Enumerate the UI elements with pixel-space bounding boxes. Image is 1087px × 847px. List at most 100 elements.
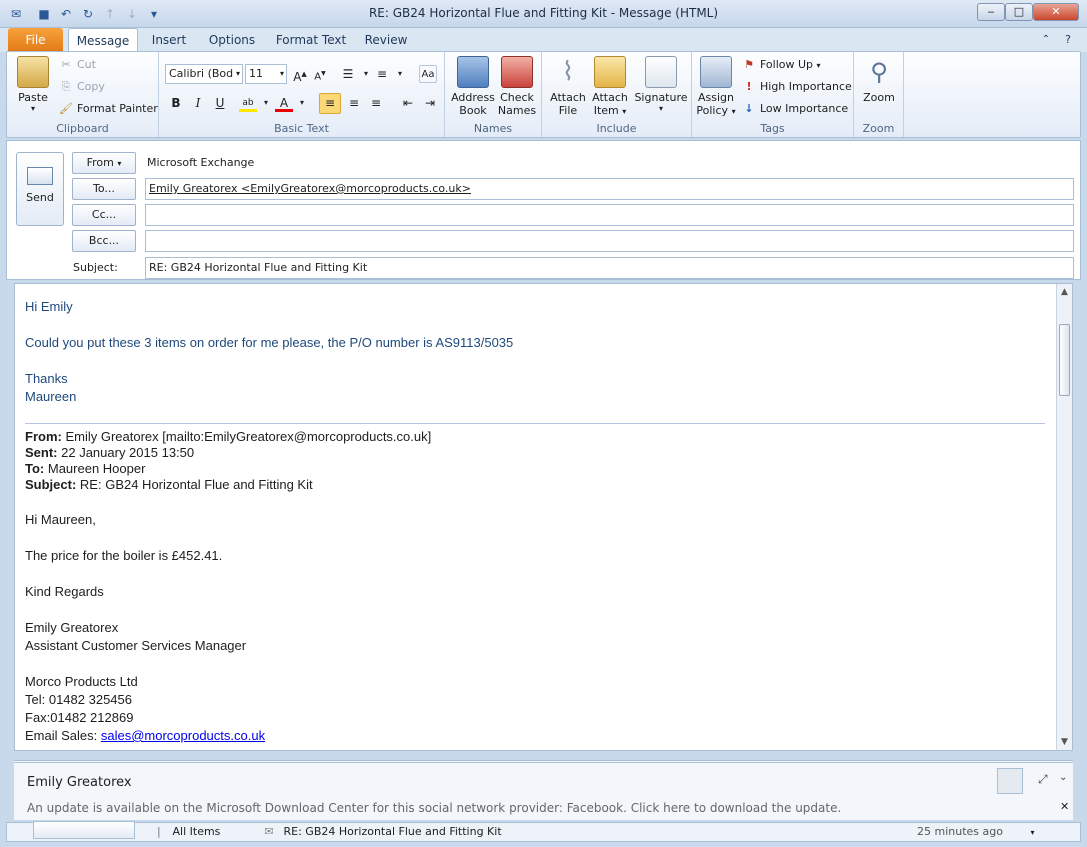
tab-format-text[interactable]: Format Text	[272, 28, 350, 52]
check-names-button[interactable]: Check Names	[495, 56, 539, 117]
quote-from-line: From: Emily Greatorex [mailto:EmilyGreat…	[25, 429, 431, 444]
numbering-icon[interactable]: ≡	[373, 65, 391, 83]
help-icon[interactable]: ?	[1060, 28, 1076, 52]
high-importance-button[interactable]: ! High Importance	[742, 80, 851, 94]
align-right-icon[interactable]: ≡	[367, 94, 385, 112]
signature-title: Assistant Customer Services Manager	[25, 638, 247, 653]
fax-line: Fax:01482 212869	[25, 710, 134, 725]
attach-file-label-2: File	[558, 104, 578, 117]
highlight-icon[interactable]: ab	[239, 94, 257, 112]
pane-splitter[interactable]	[14, 760, 1073, 763]
message-body-text[interactable]: Hi Emily Could you put these 3 items on …	[25, 284, 1045, 750]
decrease-indent-icon[interactable]: ⇤	[399, 94, 417, 112]
signature-button[interactable]: Signature ▾	[634, 56, 688, 113]
format-painter-button[interactable]: 🖌 Format Painter	[59, 102, 158, 116]
company-name: Morco Products Ltd	[25, 674, 138, 689]
align-center-icon[interactable]: ≡	[345, 94, 363, 112]
chevron-down-icon[interactable]: ⌄	[1059, 772, 1067, 783]
copy-icon: ⎘	[61, 80, 71, 93]
bcc-field[interactable]	[145, 230, 1074, 252]
underline-icon[interactable]: U	[211, 94, 229, 112]
send-button[interactable]: Send	[16, 152, 64, 226]
follow-up-button[interactable]: ⚑ Follow Up ▾	[742, 58, 821, 72]
basic-text-group-label: Basic Text	[274, 122, 329, 135]
avatar[interactable]	[997, 768, 1023, 794]
compose-header: Send From ▾ Microsoft Exchange To... Emi…	[6, 140, 1081, 280]
send-label: Send	[26, 191, 54, 204]
scroll-up-icon[interactable]: ▲	[1057, 284, 1072, 300]
styles-icon[interactable]: Aa	[419, 65, 437, 83]
expand-pane-icon[interactable]: ⤢	[1038, 772, 1048, 787]
cc-button[interactable]: Cc...	[72, 204, 136, 226]
email-sales-link[interactable]: sales@morcoproducts.co.uk	[101, 728, 265, 743]
chevron-down-icon: ▾	[235, 69, 240, 78]
font-name-combo[interactable]: Calibri (Bod ▾	[165, 64, 243, 84]
column-marker-icon: |	[157, 825, 161, 838]
people-pane: Emily Greatorex ⤢ ⌄ An update is availab…	[14, 760, 1073, 820]
quote-sent-value: 22 January 2015 13:50	[61, 445, 195, 460]
grow-font-icon[interactable]: A▲	[291, 65, 309, 84]
tab-review[interactable]: Review	[360, 28, 412, 52]
follow-up-label: Follow Up	[760, 58, 814, 71]
scroll-thumb[interactable]	[1059, 324, 1070, 396]
people-pane-name: Emily Greatorex	[27, 775, 132, 790]
chevron-down-icon: ▾	[117, 159, 122, 168]
cut-button[interactable]: ✂ Cut	[59, 58, 96, 72]
minimize-button[interactable]: ‒	[977, 3, 1005, 21]
zoom-button[interactable]: ⚲ Zoom	[860, 56, 898, 104]
subject-label: Subject:	[73, 261, 118, 274]
activity-row[interactable]: | All Items ✉ RE: GB24 Horizontal Flue a…	[157, 825, 1077, 843]
clipboard-group: Paste ▾ ✂ Cut ⎘ Copy 🖌 Format Painter Clipb…	[7, 52, 159, 137]
names-group-label: Names	[473, 122, 513, 135]
attach-item-button[interactable]: Attach Item ▾	[590, 56, 630, 117]
shrink-font-icon[interactable]: A▼	[311, 65, 329, 83]
align-left-icon[interactable]: ≡	[319, 93, 341, 114]
scroll-down-icon[interactable]: ▼	[1057, 734, 1072, 750]
from-label: From	[86, 156, 114, 169]
tab-message[interactable]: Message	[68, 28, 138, 52]
email-sales-line: Email Sales: sales@morcoproducts.co.uk	[25, 728, 265, 743]
tab-file[interactable]: File	[8, 28, 63, 52]
font-size-combo[interactable]: 11 ▾	[245, 64, 287, 84]
include-group: ⌇ Attach File Attach Item ▾ Signature ▾ …	[542, 52, 692, 137]
thanks-line: Thanks	[25, 371, 68, 386]
price-line: The price for the boiler is £452.41.	[25, 548, 223, 563]
to-field[interactable]: Emily Greatorex <EmilyGreatorex@morcopro…	[145, 178, 1074, 200]
activity-tab[interactable]	[33, 821, 135, 839]
close-notice-icon[interactable]: ✕	[1060, 800, 1069, 813]
maximize-button[interactable]: □	[1005, 3, 1033, 21]
tab-options[interactable]: Options	[203, 28, 261, 52]
update-notice[interactable]: An update is available on the Microsoft …	[27, 801, 841, 815]
address-book-icon	[457, 56, 489, 88]
address-book-button[interactable]: Address Book	[451, 56, 495, 117]
bold-icon[interactable]: B	[167, 94, 185, 112]
subject-field[interactable]: RE: GB24 Horizontal Flue and Fitting Kit	[145, 257, 1074, 279]
close-button[interactable]: ✕	[1033, 3, 1079, 21]
cc-field[interactable]	[145, 204, 1074, 226]
bcc-button[interactable]: Bcc...	[72, 230, 136, 252]
activity-bar: | All Items ✉ RE: GB24 Horizontal Flue a…	[6, 821, 1081, 843]
clipboard-group-label: Clipboard	[56, 122, 109, 135]
assign-policy-button[interactable]: Assign Policy ▾	[696, 56, 736, 117]
numbering-dropdown-icon[interactable]: ▾	[391, 65, 409, 83]
font-color-dropdown-icon[interactable]: ▾	[293, 94, 311, 112]
paste-button[interactable]: Paste ▾	[15, 56, 51, 113]
sender-name-line: Maureen	[25, 389, 77, 404]
font-color-icon[interactable]: A	[275, 94, 293, 112]
signature-label: Signature	[634, 91, 688, 104]
minimize-ribbon-icon[interactable]: ⌃	[1038, 28, 1054, 52]
paintbrush-icon: 🖌	[59, 102, 73, 115]
vertical-scrollbar[interactable]: ▲ ▼	[1056, 284, 1072, 750]
to-button[interactable]: To...	[72, 178, 136, 200]
message-body[interactable]: Hi Emily Could you put these 3 items on …	[14, 283, 1073, 751]
from-button[interactable]: From ▾	[72, 152, 136, 174]
highlight-dropdown-icon[interactable]: ▾	[257, 94, 275, 112]
copy-button[interactable]: ⎘ Copy	[59, 80, 105, 94]
bullets-icon[interactable]: ☰	[339, 65, 357, 83]
low-importance-button[interactable]: ↓ Low Importance	[742, 102, 848, 116]
attach-item-label-2: Item	[593, 104, 619, 117]
italic-icon[interactable]: I	[189, 94, 207, 112]
increase-indent-icon[interactable]: ⇥	[421, 94, 439, 112]
tab-insert[interactable]: Insert	[145, 28, 193, 52]
attach-file-button[interactable]: ⌇ Attach File	[548, 56, 588, 117]
